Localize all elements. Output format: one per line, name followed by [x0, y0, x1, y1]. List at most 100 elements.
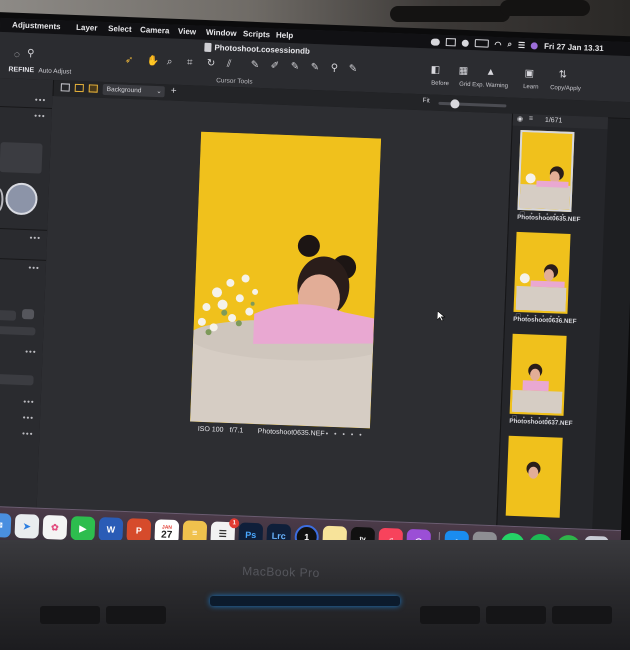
panel-divider — [0, 257, 47, 261]
learn-label: Learn — [523, 84, 539, 91]
menu-camera[interactable]: Camera — [140, 25, 170, 35]
picker-tool-icon[interactable]: ⚲ — [331, 63, 339, 74]
iso-readout: ISO 100 — [197, 425, 224, 434]
thumb-image — [517, 129, 575, 212]
menu-layer[interactable]: Layer — [76, 23, 98, 33]
thumb-image — [513, 231, 571, 314]
panel-more-button[interactable] — [21, 308, 35, 320]
menu-window[interactable]: Window — [206, 28, 237, 38]
brush-tool-icon[interactable]: ✎ — [251, 60, 260, 71]
exp-warning-label: Exp. Warning — [472, 82, 509, 90]
rating-dots[interactable]: • • • • • — [326, 431, 364, 439]
menu-help[interactable]: Help — [276, 31, 294, 41]
messenger-icon[interactable] — [461, 39, 469, 47]
heal-tool-icon[interactable]: ✎ — [311, 62, 320, 73]
panel-slider[interactable] — [0, 325, 36, 336]
wifi-icon[interactable]: ◠ — [494, 39, 501, 48]
background-cable — [500, 0, 590, 16]
zoom-tool-icon[interactable]: ⌕ — [167, 56, 173, 67]
menu-select[interactable]: Select — [108, 24, 132, 34]
pointer-tool-icon[interactable]: ➶ — [125, 55, 134, 66]
panel-menu-icon[interactable]: ••• — [28, 263, 40, 272]
exposure-warning-icon[interactable]: ▲ — [485, 67, 495, 78]
learn-icon[interactable]: ▣ — [524, 68, 534, 79]
color-balance-wheel[interactable] — [0, 187, 4, 213]
thumb-image — [509, 333, 567, 416]
maps-icon[interactable]: ➤ — [14, 513, 40, 539]
filmstrip-thumb[interactable]: ▢ • • • • • Photoshoot0637.NEF — [509, 333, 573, 427]
panel-menu-icon[interactable]: ••• — [34, 111, 46, 120]
search-icon[interactable]: ⌕ — [507, 39, 512, 49]
before-icon[interactable]: ◧ — [431, 64, 441, 75]
layer-grid-icon[interactable] — [60, 83, 70, 92]
panel-divider — [0, 105, 52, 109]
copy-apply-label: Copy/Apply — [550, 85, 581, 93]
viewer-filename: Photoshoot0635.NEF — [257, 428, 325, 438]
word-icon[interactable]: W — [98, 517, 124, 542]
menu-adjustments[interactable]: Adjustments — [12, 20, 61, 31]
add-layer-icon[interactable]: + — [171, 86, 177, 97]
reminders-badge: 1 — [228, 518, 240, 529]
filmstrip-filter-icon[interactable]: ≡ — [529, 115, 533, 122]
menu-clock[interactable]: Fri 27 Jan 13.31 — [544, 41, 604, 52]
menu-view[interactable]: View — [178, 27, 196, 37]
filmstrip-view-icon[interactable]: ◉ — [517, 115, 523, 123]
zoom-fit-label[interactable]: Fit — [422, 97, 429, 104]
filmstrip-thumb[interactable] — [505, 435, 565, 518]
document-title: Photoshoot.cosessiondb — [214, 43, 311, 56]
cursor-tools-label: Cursor Tools — [216, 77, 253, 86]
keyboard-key — [420, 606, 480, 624]
panel-menu-icon[interactable]: ••• — [23, 413, 35, 422]
image-viewer[interactable]: ISO 100 f/7.1 Photoshoot0635.NEF • • • •… — [35, 95, 513, 568]
background-cable — [390, 6, 510, 22]
auto-adjust-label: Auto Adjust — [38, 67, 72, 76]
panel-menu-icon[interactable]: ••• — [35, 95, 47, 104]
calendar-day: 27 — [160, 529, 173, 541]
siri-icon[interactable] — [531, 41, 539, 50]
annotate-tool-icon[interactable]: ✎ — [348, 63, 357, 74]
panel-menu-icon[interactable]: ••• — [29, 233, 41, 242]
refine-icon[interactable]: ◌ — [14, 49, 20, 60]
panel-dropdown[interactable] — [0, 373, 34, 386]
rotate-tool-icon[interactable]: ↻ — [207, 58, 216, 69]
keystone-tool-icon[interactable]: ⫽ — [227, 59, 232, 70]
chevron-down-icon: ⌄ — [156, 87, 162, 96]
photos-icon[interactable]: ✿ — [42, 514, 68, 540]
gradient-tool-icon[interactable]: ✎ — [291, 61, 300, 72]
creative-cloud-icon[interactable] — [430, 37, 440, 46]
mouse-pointer-icon — [437, 310, 446, 322]
panel-menu-icon[interactable]: ••• — [23, 397, 35, 406]
screen-icon[interactable] — [445, 38, 456, 47]
pan-tool-icon[interactable]: ✋ — [147, 56, 160, 67]
facetime-icon[interactable]: ▶ — [70, 516, 96, 541]
panel-menu-icon[interactable]: ••• — [22, 429, 34, 438]
app-screen: Adjustments Layer Select Camera View Win… — [0, 17, 630, 573]
color-wheel[interactable] — [4, 182, 39, 216]
battery-icon[interactable] — [474, 39, 489, 48]
document-icon — [204, 42, 212, 53]
main-photo[interactable] — [190, 131, 382, 429]
menu-scripts[interactable]: Scripts — [243, 29, 270, 39]
filmstrip-thumb[interactable]: ▢ • • • • • Photoshoot0636.NEF — [513, 231, 577, 325]
panel-preview-box[interactable] — [0, 142, 43, 174]
touch-bar — [210, 596, 400, 606]
layer-select-value: Background — [106, 86, 142, 95]
zoom-slider[interactable] — [438, 99, 507, 109]
filmstrip-thumb[interactable]: ▢ • • • • • Photoshoot0635.NEF — [517, 129, 581, 223]
eraser-tool-icon[interactable]: ✐ — [271, 60, 280, 71]
layer-fill-icon[interactable] — [88, 84, 98, 93]
copy-apply-icon[interactable]: ⇅ — [558, 69, 567, 80]
grid-label: Grid — [459, 81, 471, 89]
control-center-icon[interactable]: ☰ — [518, 40, 526, 49]
panel-menu-icon[interactable]: ••• — [25, 347, 37, 356]
crop-tool-icon[interactable]: ⌗ — [187, 57, 193, 68]
layer-select[interactable]: Background ⌄ — [102, 83, 165, 98]
panel-input[interactable] — [0, 309, 17, 321]
thumb-image — [505, 435, 563, 518]
mail-icon[interactable]: ✉ — [0, 512, 12, 538]
auto-adjust-wand-icon[interactable]: ⚲ — [27, 48, 35, 59]
zoom-slider-knob[interactable] — [450, 99, 460, 109]
portrait-image — [190, 131, 382, 429]
grid-icon[interactable]: ▦ — [458, 66, 468, 77]
layer-mask-icon[interactable] — [74, 83, 84, 93]
